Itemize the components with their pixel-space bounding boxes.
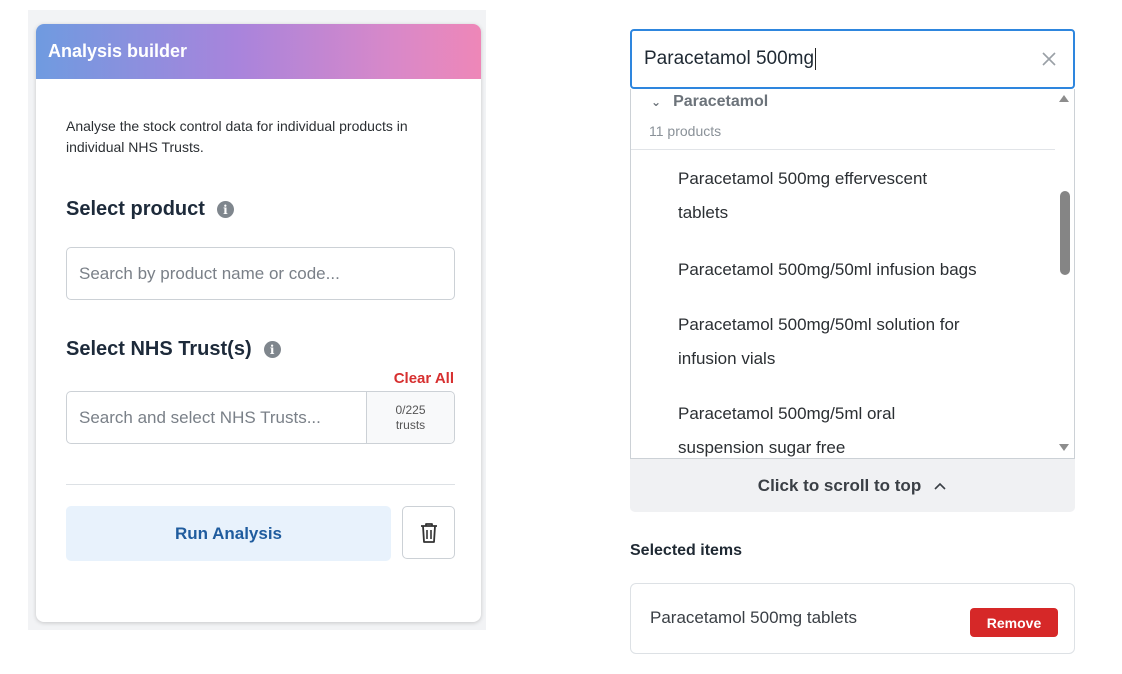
select-product-heading: Select product i [66, 198, 234, 221]
card-header: Analysis builder [36, 24, 481, 79]
text-caret [815, 48, 817, 70]
trust-search-placeholder: Search and select NHS Trusts... [79, 407, 321, 427]
chevron-up-icon [934, 482, 946, 490]
option-group-header[interactable]: ⌄ Paracetamol [651, 93, 768, 111]
remove-button[interactable]: Remove [970, 608, 1058, 637]
scroll-to-top-label: Click to scroll to top [757, 475, 922, 495]
trust-count-value: 0/225 [395, 402, 426, 417]
select-trust-label: Select NHS Trust(s) [66, 338, 252, 360]
option-line: suspension sugar free [678, 438, 846, 457]
selected-item-name: Paracetamol 500mg tablets [650, 608, 857, 627]
chevron-down-icon: ⌄ [651, 95, 662, 109]
clear-icon[interactable] [1039, 49, 1059, 69]
option-line: Paracetamol 500mg/50ml infusion bags [678, 260, 977, 279]
dropdown-option[interactable]: Paracetamol 500mg/50ml solution for infu… [678, 308, 1038, 376]
trust-search-input[interactable]: Search and select NHS Trusts... 0/225 tr… [66, 391, 455, 444]
option-line: Paracetamol 500mg/50ml solution for [678, 315, 960, 334]
info-icon[interactable]: i [216, 201, 234, 218]
selected-items-heading: Selected items [630, 542, 743, 559]
option-line: infusion vials [678, 349, 776, 368]
info-icon[interactable]: i [263, 341, 281, 358]
builder-description: Analyse the stock control data for indiv… [66, 118, 408, 155]
search-value: Paracetamol 500mg [644, 48, 815, 69]
card-title: Analysis builder [48, 41, 188, 61]
selected-item-row: Paracetamol 500mg tablets Remove [630, 583, 1075, 654]
option-line: Paracetamol 500mg effervescent [678, 169, 928, 188]
product-search-input[interactable]: Search by product name or code... [66, 247, 455, 300]
clear-all-link[interactable]: Clear All [394, 370, 454, 387]
scroll-to-top-button[interactable]: Click to scroll to top [630, 459, 1075, 512]
scrollbar-thumb[interactable] [1060, 191, 1070, 275]
product-combobox-input[interactable]: Paracetamol 500mg [630, 29, 1075, 89]
divider [631, 149, 1055, 150]
dropdown-option[interactable]: Paracetamol 500mg/5ml oral suspension su… [678, 397, 1038, 458]
option-line: Paracetamol 500mg/5ml oral [678, 404, 896, 423]
group-count: 11 products [649, 123, 722, 139]
run-analysis-button[interactable]: Run Analysis [66, 506, 391, 561]
divider [66, 484, 455, 485]
option-line: tablets [678, 203, 729, 222]
analysis-builder-card: Analysis builder Analyse the stock contr… [36, 24, 481, 622]
scroll-up-arrow-icon[interactable] [1059, 95, 1069, 102]
scrollbar[interactable] [1056, 89, 1074, 458]
dropdown-option[interactable]: Paracetamol 500mg/50ml infusion bags [678, 253, 1038, 287]
group-name: Paracetamol [673, 93, 769, 110]
trash-icon [420, 522, 437, 543]
dropdown-option[interactable]: Paracetamol 500mg effervescent tablets [678, 162, 1038, 230]
trust-count-unit: trusts [395, 417, 426, 432]
trust-count-badge: 0/225 trusts [366, 392, 454, 443]
product-search-placeholder: Search by product name or code... [79, 263, 340, 283]
select-trust-heading: Select NHS Trust(s) i [66, 338, 281, 361]
scroll-down-arrow-icon[interactable] [1059, 444, 1069, 451]
delete-button[interactable] [402, 506, 455, 559]
select-product-label: Select product [66, 198, 205, 220]
product-dropdown: ⌄ Paracetamol 11 products Paracetamol 50… [630, 89, 1075, 459]
